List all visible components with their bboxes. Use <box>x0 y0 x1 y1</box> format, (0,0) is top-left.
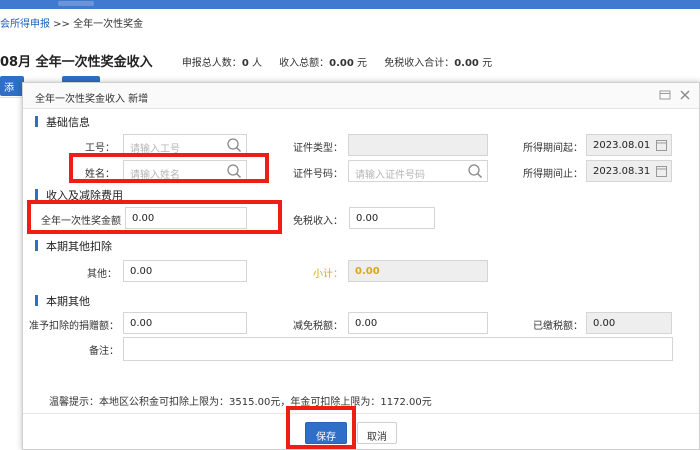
dialog-title: 全年一次性奖金收入 新增 <box>35 94 149 105</box>
calendar-icon <box>656 166 667 177</box>
cancel-button[interactable]: 取消 <box>357 422 397 444</box>
remark-label: 备注： <box>89 346 119 357</box>
declared-count-stat: 申报总人数：0 人 <box>181 58 262 69</box>
dialog-footer-divider <box>23 413 699 414</box>
section-basic-info: 基础信息 <box>35 114 90 130</box>
period-start-field[interactable]: 2023.08.01 <box>586 134 672 156</box>
other-deduction-input[interactable]: 0.00 <box>123 260 247 282</box>
window-icon[interactable] <box>659 89 671 101</box>
search-icon <box>227 138 242 153</box>
top-nav-bar <box>0 0 700 9</box>
tax-free-income-label: 免税收入： <box>293 216 343 227</box>
calendar-icon <box>656 140 667 151</box>
other-deduction-label: 其他： <box>87 269 117 280</box>
period-end-field[interactable]: 2023.08.31 <box>586 160 672 182</box>
section-other-deduction: 本期其他扣除 <box>35 238 112 254</box>
id-type-select[interactable] <box>348 134 488 156</box>
id-type-label: 证件类型： <box>293 143 343 154</box>
subtotal-field: 0.00 <box>348 260 488 282</box>
breadcrumb-separator: >> <box>50 19 74 30</box>
income-total-stat: 收入总额：0.00 元 <box>279 58 368 69</box>
page-title: 08月 全年一次性奖金收入 <box>0 55 153 70</box>
tax-reduction-label: 减免税额： <box>293 321 343 332</box>
top-nav-faded-item <box>58 1 94 6</box>
search-icon <box>468 164 483 179</box>
subtotal-label: 小计： <box>313 269 343 280</box>
breadcrumb: 会所得申报 >> 全年一次性奖金 <box>0 15 143 30</box>
summary-bar: 08月 全年一次性奖金收入 申报总人数：0 人 收入总额：0.00 元 免税收入… <box>0 51 700 70</box>
breadcrumb-current: 全年一次性奖金 <box>73 19 144 30</box>
annotation-name-field <box>69 153 269 183</box>
tax-reduction-input[interactable]: 0.00 <box>348 312 488 334</box>
limit-tip: 温馨提示：本地区公积金可扣除上限为：3515.00元，年金可扣除上限为：1172… <box>49 397 432 408</box>
section-other: 本期其他 <box>35 293 90 309</box>
breadcrumb-link[interactable]: 会所得申报 <box>0 19 50 30</box>
remark-input[interactable] <box>123 337 673 361</box>
id-number-label: 证件号码： <box>293 169 343 180</box>
period-end-label: 所得期间止： <box>523 169 583 180</box>
id-number-input[interactable]: 请输入证件号码 <box>348 160 488 182</box>
close-icon[interactable] <box>679 89 691 101</box>
annotation-bonus-field <box>27 200 282 234</box>
dialog-header: 全年一次性奖金收入 新增 <box>23 83 699 109</box>
donation-label: 准予扣除的捐赠额： <box>29 321 119 332</box>
donation-input[interactable]: 0.00 <box>123 312 247 334</box>
employee-id-label: 工号： <box>85 143 115 154</box>
tax-paid-label: 已缴税额： <box>533 321 583 332</box>
annotation-save-button <box>286 406 356 449</box>
add-button[interactable]: 添 <box>0 76 24 96</box>
add-bonus-income-dialog: 全年一次性奖金收入 新增 基础信息 工号： 请输入工号 证件类型： 所得期间起：… <box>22 82 700 450</box>
tax-paid-field: 0.00 <box>586 312 672 334</box>
tax-free-total-stat: 免税收入合计：0.00 元 <box>384 58 493 69</box>
period-start-label: 所得期间起： <box>523 143 583 154</box>
tax-free-income-input[interactable]: 0.00 <box>349 207 435 229</box>
